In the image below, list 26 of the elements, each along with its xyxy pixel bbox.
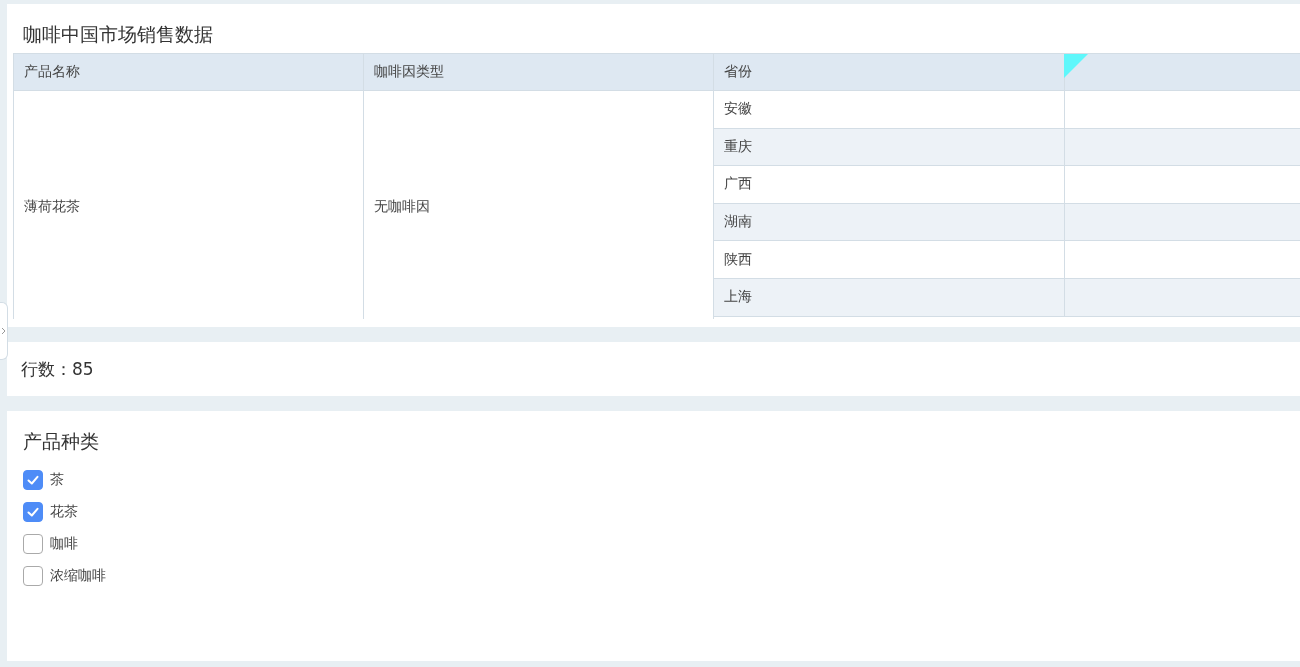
checkbox-label: 花茶 <box>50 503 78 521</box>
checkbox-label: 茶 <box>50 471 64 489</box>
column-header: 省份 <box>714 54 1065 91</box>
checkbox[interactable] <box>23 502 43 522</box>
table-cell: 广西 <box>714 166 1065 204</box>
table-cell: 上海 <box>714 278 1065 317</box>
checkbox[interactable] <box>23 566 43 586</box>
column-header: 产品名称 <box>14 54 364 91</box>
table-cell: 安徽 <box>714 91 1065 129</box>
table-cell: 薄荷花茶 <box>14 91 364 319</box>
checkbox[interactable] <box>23 534 43 554</box>
table-cell: 重庆 <box>714 128 1065 167</box>
chevron-right-icon <box>1 327 6 335</box>
table-cell: 陕西 <box>714 241 1065 279</box>
checkbox-label: 浓缩咖啡 <box>50 567 106 585</box>
row-count-text: 行数：85 <box>21 357 94 381</box>
checkbox-label: 咖啡 <box>50 535 78 553</box>
collapse-handle[interactable] <box>0 302 8 360</box>
panel-title: 咖啡中国市场销售数据 <box>23 22 213 47</box>
column-header: 咖啡因类型 <box>364 54 714 91</box>
filter-title: 产品种类 <box>23 429 99 454</box>
checkmark-icon <box>26 473 40 487</box>
table-cell: 湖南 <box>714 203 1065 242</box>
corner-triangle-icon <box>1064 54 1088 78</box>
checkmark-icon <box>26 505 40 519</box>
checkbox[interactable] <box>23 470 43 490</box>
